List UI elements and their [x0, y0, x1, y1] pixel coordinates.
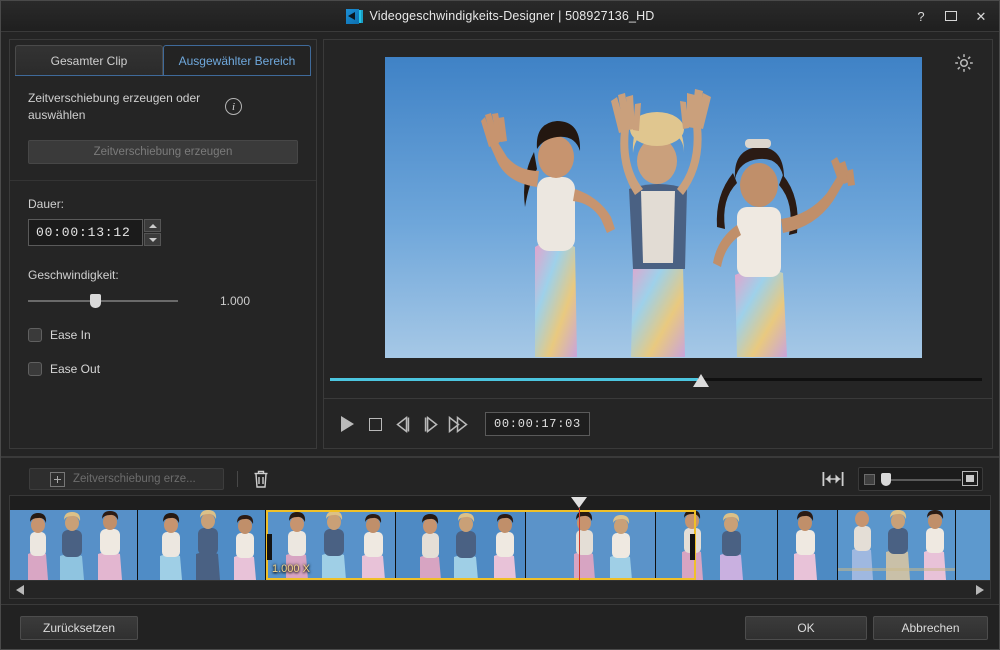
speed-value: 1.000: [220, 294, 251, 308]
duration-label: Dauer:: [28, 197, 65, 211]
footer-bar: Zurücksetzen OK Abbrechen: [1, 605, 999, 649]
ease-out-label: Ease Out: [50, 362, 101, 376]
duration-increment-button[interactable]: [144, 219, 161, 232]
preview-frame-graphic: [385, 57, 922, 358]
gear-icon[interactable]: [954, 53, 974, 73]
duration-input[interactable]: 00:00:13:12: [28, 219, 143, 246]
thumbnail-frame[interactable]: [396, 510, 526, 580]
scroll-left-arrow[interactable]: [16, 584, 24, 595]
timeline-view-controls: [822, 467, 991, 491]
fast-forward-button[interactable]: [445, 411, 473, 437]
timeline-scrollbar[interactable]: [10, 580, 990, 598]
play-button[interactable]: [333, 411, 361, 437]
previous-frame-button[interactable]: [389, 411, 417, 437]
timecode-display[interactable]: 00:00:17:03: [485, 412, 590, 436]
timeline-ruler[interactable]: [10, 496, 990, 510]
ok-button[interactable]: OK: [745, 616, 867, 640]
timeshift-description: Zeitverschiebung erzeugen oder auswählen: [28, 91, 201, 122]
info-icon[interactable]: i: [225, 98, 242, 115]
maximize-button[interactable]: [943, 10, 959, 23]
duration-decrement-button[interactable]: [144, 233, 161, 246]
window-title: Videogeschwindigkeits-Designer | 5089271…: [369, 9, 655, 23]
toolbar-separator: [237, 471, 238, 487]
thumbnail-graphic: [138, 510, 265, 580]
fast-forward-icon: [448, 415, 468, 433]
zoom-slider-track: [883, 479, 961, 481]
speed-label: Geschwindigkeit:: [28, 268, 119, 282]
zoom-out-icon[interactable]: [864, 473, 875, 485]
title-bar: Videogeschwindigkeits-Designer | 5089271…: [1, 1, 999, 32]
scroll-right-arrow[interactable]: [976, 584, 984, 595]
add-timeshift-button[interactable]: Zeitverschiebung erze...: [29, 468, 224, 490]
speed-slider-track: [28, 300, 178, 302]
video-speed-designer-window: Videogeschwindigkeits-Designer | 5089271…: [0, 0, 1000, 650]
thumbnail-graphic: [266, 510, 395, 580]
preview-panel: 00:00:17:03: [323, 39, 993, 449]
thumbnail-frame[interactable]: [956, 510, 990, 580]
video-preview[interactable]: [385, 57, 922, 358]
timeshift-section: Zeitverschiebung erzeugen oder auswählen…: [10, 76, 316, 181]
thumbnail-frame[interactable]: [138, 510, 266, 580]
video-speed-icon: [345, 8, 363, 24]
timeline-track-area[interactable]: 1.000 X: [9, 495, 991, 599]
duration-row: 00:00:13:12: [28, 219, 298, 246]
thumbnail-frame[interactable]: [266, 510, 396, 580]
window-controls: ? ✕: [913, 1, 989, 32]
duration-stepper: [144, 219, 161, 246]
next-frame-button[interactable]: [417, 411, 445, 437]
reset-button[interactable]: Zurücksetzen: [20, 616, 138, 640]
timeline-zoom-control[interactable]: [858, 467, 983, 491]
ease-in-row[interactable]: Ease In: [28, 328, 298, 342]
ease-out-checkbox[interactable]: [28, 362, 42, 376]
thumbnail-graphic: [956, 510, 990, 580]
timeline-playhead-line: [578, 508, 580, 580]
timeline-toolbar: Zeitverschiebung erze...: [9, 463, 991, 495]
ease-out-row[interactable]: Ease Out: [28, 362, 298, 376]
help-button[interactable]: ?: [913, 10, 929, 23]
thumbnail-frame[interactable]: [838, 510, 956, 580]
fit-to-window-icon[interactable]: [822, 471, 844, 487]
stop-button[interactable]: [361, 411, 389, 437]
timeline-divider: [1, 456, 999, 458]
scrubber-progress: [330, 378, 698, 381]
zoom-in-icon[interactable]: [962, 471, 978, 486]
zoom-slider-thumb[interactable]: [881, 473, 891, 486]
add-timeshift-label: Zeitverschiebung erze...: [73, 473, 196, 485]
cancel-button[interactable]: Abbrechen: [873, 616, 988, 640]
speed-slider-thumb[interactable]: [90, 294, 101, 308]
thumbnail-frame[interactable]: [10, 510, 138, 580]
plus-icon: [50, 471, 65, 487]
duration-speed-section: Dauer: 00:00:13:12 Geschwindigkeit: 1.00…: [10, 181, 316, 392]
preview-scrubber[interactable]: [330, 370, 988, 392]
thumbnail-graphic: [656, 510, 777, 580]
close-button[interactable]: ✕: [973, 10, 989, 23]
ease-in-label: Ease In: [50, 328, 91, 342]
ease-in-checkbox[interactable]: [28, 328, 42, 342]
thumbnail-graphic: [838, 510, 955, 580]
trash-icon[interactable]: [252, 469, 270, 489]
tab-gesamter-clip[interactable]: Gesamter Clip: [15, 45, 163, 75]
thumbnail-graphic: [10, 510, 137, 580]
thumbnail-graphic: [526, 510, 655, 580]
create-timeshift-button[interactable]: Zeitverschiebung erzeugen: [28, 140, 298, 164]
speed-row: 1.000: [28, 294, 298, 308]
timeline-playhead-handle[interactable]: [571, 497, 587, 508]
thumbnail-frame[interactable]: [778, 510, 838, 580]
thumbnail-frame[interactable]: [526, 510, 656, 580]
thumbnail-graphic: [778, 510, 837, 580]
scrubber-thumb[interactable]: [693, 374, 709, 387]
thumbnail-strip[interactable]: [10, 510, 990, 580]
next-frame-icon: [424, 415, 438, 433]
previous-frame-icon: [396, 415, 410, 433]
settings-panel: Gesamter Clip Ausgewählter Bereich Zeitv…: [9, 39, 317, 449]
playback-controls: 00:00:17:03: [324, 399, 992, 449]
speed-slider[interactable]: [28, 294, 178, 308]
thumbnail-graphic: [396, 510, 525, 580]
tab-bar: Gesamter Clip Ausgewählter Bereich: [15, 45, 311, 75]
title-group: Videogeschwindigkeits-Designer | 5089271…: [345, 8, 655, 24]
tab-ausgewaehlter-bereich[interactable]: Ausgewählter Bereich: [163, 45, 311, 75]
thumbnail-frame[interactable]: [656, 510, 778, 580]
